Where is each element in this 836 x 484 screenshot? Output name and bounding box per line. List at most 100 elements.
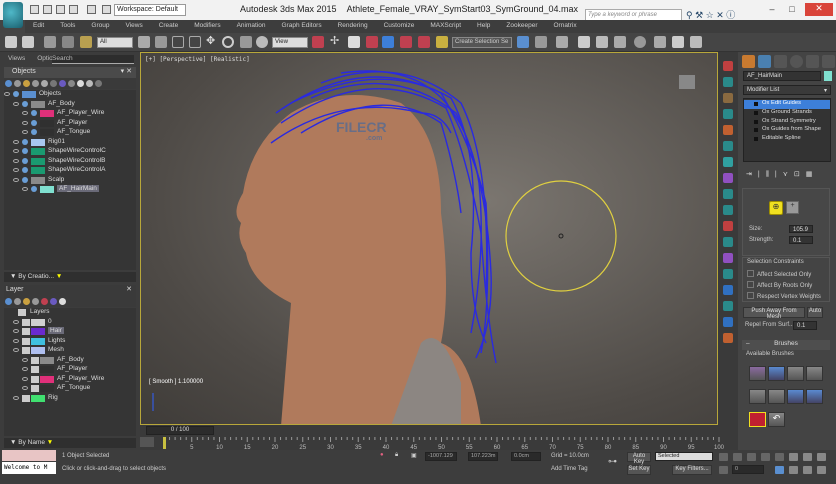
explorer-row[interactable]: Objects: [4, 90, 136, 100]
brush-brush-button[interactable]: [768, 366, 785, 381]
tool-icon[interactable]: [723, 93, 733, 103]
redo-icon[interactable]: [87, 5, 96, 14]
brush-smooth-button[interactable]: [787, 389, 804, 404]
select-object-icon[interactable]: [138, 36, 150, 48]
brush-tangle-button[interactable]: [749, 412, 766, 427]
visibility-eye-icon[interactable]: [13, 329, 19, 333]
visibility-eye-icon[interactable]: [22, 376, 28, 381]
viewport-label[interactable]: [+] [Perspective] [Realistic]: [145, 56, 250, 63]
keyboard-shortcut-icon[interactable]: [348, 36, 360, 48]
explorer-row[interactable]: ShapeWireControlC: [4, 147, 136, 157]
reference-coordinate-dropdown[interactable]: View: [272, 37, 308, 48]
menu-help[interactable]: Help: [469, 20, 498, 33]
modifier-toggle-icon[interactable]: [754, 128, 758, 133]
workspace-dropdown[interactable]: Workspace: Default: [114, 4, 186, 16]
object-name-input[interactable]: AF_HairMain: [743, 71, 821, 81]
menu-animation[interactable]: Animation: [229, 20, 274, 33]
scene-explorer-icon[interactable]: [578, 36, 590, 48]
curve-editor-icon[interactable]: [596, 36, 608, 48]
play-icon[interactable]: [747, 453, 756, 461]
modifier-toggle-icon[interactable]: [754, 137, 758, 142]
explorer-row[interactable]: AF_Body: [4, 100, 136, 110]
explorer-row[interactable]: ShapeWireControlB: [4, 157, 136, 167]
visibility-eye-icon[interactable]: [22, 187, 28, 191]
brush-gizmo-circle[interactable]: [505, 180, 617, 292]
absolute-mode-icon[interactable]: ▣: [411, 452, 417, 459]
display-spacewarps-icon[interactable]: [50, 80, 57, 87]
redo-icon[interactable]: [22, 36, 34, 48]
tool-icon[interactable]: [723, 141, 733, 151]
edit-named-selection-icon[interactable]: [436, 36, 448, 48]
display-helpers-icon[interactable]: [41, 80, 48, 87]
brushes-rollout-header[interactable]: – Brushes: [742, 340, 830, 350]
mirror-icon[interactable]: [517, 36, 529, 48]
display-all-icon[interactable]: [95, 80, 102, 87]
collapse-icon[interactable]: –: [746, 340, 750, 347]
rendered-frame-window-icon[interactable]: [672, 36, 684, 48]
explorer-row[interactable]: Rig01: [4, 138, 136, 148]
isolate-icon[interactable]: ●: [380, 452, 384, 458]
select-by-name-icon[interactable]: [155, 36, 167, 48]
menu-create[interactable]: Create: [151, 20, 187, 33]
save-icon[interactable]: [56, 5, 65, 14]
hierarchy-tab-icon[interactable]: [774, 55, 787, 68]
pan-icon[interactable]: [803, 466, 812, 474]
tool-icon[interactable]: [723, 173, 733, 183]
utilities-tab-icon[interactable]: [822, 55, 835, 68]
set-key-button[interactable]: Set Key: [627, 465, 651, 475]
modifier-list-dropdown[interactable]: Modifier List ▾: [743, 85, 831, 95]
snaps-toggle-icon[interactable]: [366, 36, 378, 48]
align-icon[interactable]: [535, 36, 547, 48]
field-of-view-icon[interactable]: [789, 466, 798, 474]
repel-input[interactable]: 0.1: [793, 321, 817, 330]
close-icon[interactable]: ✕: [126, 285, 132, 293]
visibility-eye-icon[interactable]: [13, 139, 19, 144]
project-folder-icon[interactable]: [102, 5, 111, 14]
menu-maxscript[interactable]: MAXScript: [422, 20, 469, 33]
window-crossing-icon[interactable]: [189, 36, 201, 48]
perspective-viewport[interactable]: [+] [Perspective] [Realistic] FILECR .com…: [140, 52, 718, 425]
visibility-eye-icon[interactable]: [13, 395, 19, 400]
percent-snap-icon[interactable]: [400, 36, 412, 48]
explorer-row[interactable]: AF_Player: [4, 119, 136, 129]
display-groups-icon[interactable]: [59, 80, 66, 87]
visibility-eye-icon[interactable]: [13, 168, 19, 172]
rotate-icon[interactable]: [222, 36, 234, 48]
tool-icon[interactable]: [723, 125, 733, 135]
menu-views[interactable]: Views: [117, 20, 150, 33]
tool-icon[interactable]: [723, 109, 733, 119]
menu-zookeeper[interactable]: Zookeeper: [498, 20, 545, 33]
menu-group[interactable]: Group: [83, 20, 117, 33]
stack-controls[interactable]: ⇥|⫼|⋎⊡▦: [746, 170, 830, 180]
explorer-row[interactable]: Scalp: [4, 176, 136, 186]
new-file-icon[interactable]: [30, 5, 39, 14]
layers-row[interactable]: 0: [4, 318, 136, 328]
menu-graph-editors[interactable]: Graph Editors: [274, 20, 330, 33]
menu-tools[interactable]: Tools: [52, 20, 83, 33]
named-selection-dropdown[interactable]: Create Selection Se: [452, 37, 512, 48]
visibility-eye-icon[interactable]: [22, 120, 28, 125]
tool-icon[interactable]: [723, 269, 733, 279]
visibility-eye-icon[interactable]: [4, 92, 10, 96]
link-icon[interactable]: [44, 36, 56, 48]
render-production-icon[interactable]: [690, 36, 702, 48]
display-bones-icon[interactable]: [77, 80, 84, 87]
layers-row[interactable]: Mesh: [4, 346, 136, 356]
timeline-ruler[interactable]: 5 10 15 20 25 30 35 40 45 50 55 60 65 70 75 80 85 90 95 100: [160, 437, 738, 450]
tool-icon[interactable]: [723, 189, 733, 199]
bind-space-warp-icon[interactable]: [80, 36, 92, 48]
time-config-icon[interactable]: [775, 466, 784, 474]
tool-icon[interactable]: [723, 77, 733, 87]
auto-button[interactable]: Auto: [807, 307, 823, 318]
display-shapes-icon[interactable]: [14, 80, 21, 87]
display-xrefs-icon[interactable]: [68, 80, 75, 87]
tool-icon[interactable]: [723, 253, 733, 263]
create-tab-icon[interactable]: [742, 55, 755, 68]
display-geometry-icon[interactable]: [5, 298, 12, 305]
visibility-eye-icon[interactable]: [22, 367, 28, 371]
brush-mode-remove-button[interactable]: +: [786, 201, 799, 214]
time-slider[interactable]: 0 / 100: [146, 426, 214, 435]
layers-root[interactable]: Layers: [4, 308, 136, 318]
visibility-eye-icon[interactable]: [22, 130, 28, 134]
menu-ornatrix[interactable]: Ornatrix: [545, 20, 584, 33]
